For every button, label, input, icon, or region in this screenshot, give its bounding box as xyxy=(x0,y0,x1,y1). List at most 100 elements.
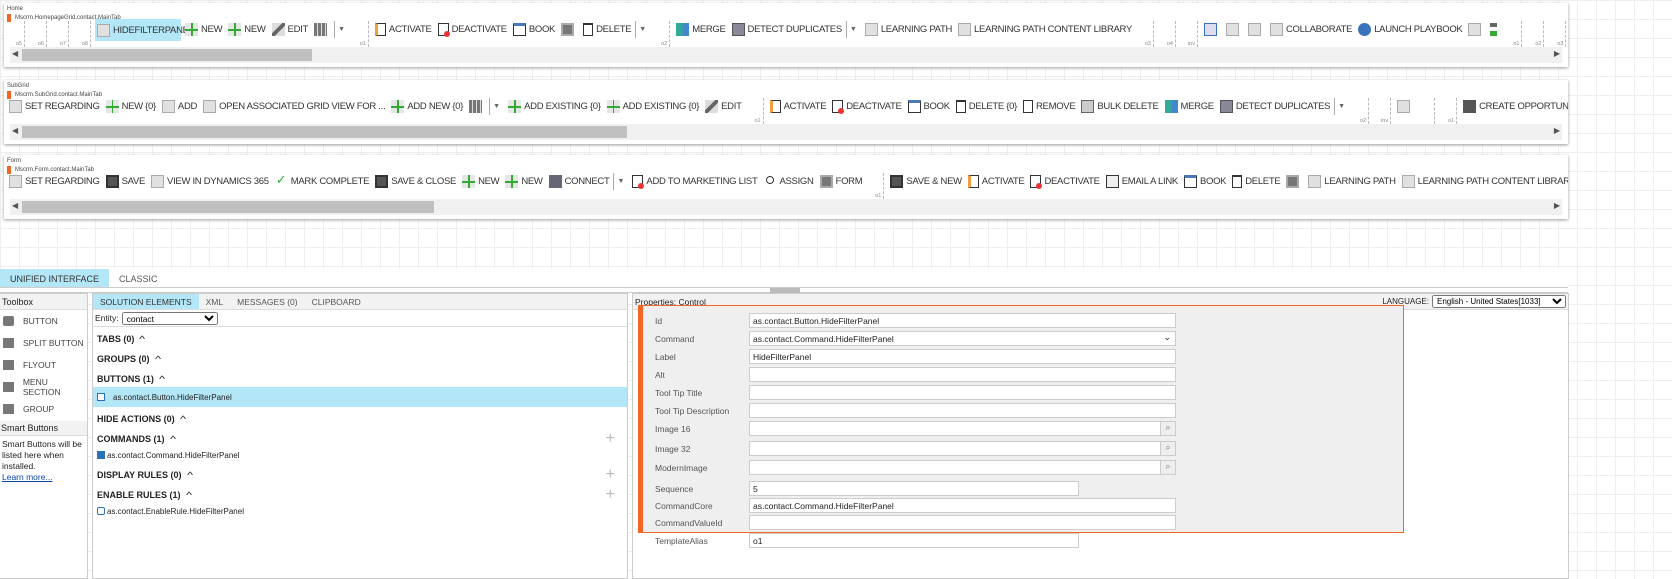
command-value-id-input[interactable] xyxy=(749,515,1176,530)
tab-xml[interactable]: XML xyxy=(199,294,230,309)
section-enable-rules[interactable]: ENABLE RULES (1) ^ + xyxy=(93,483,627,503)
image16-input[interactable]: ⌕ xyxy=(749,421,1176,436)
ribbon-button-new-0[interactable]: NEW {0} xyxy=(104,98,158,115)
ribbon-button-activate[interactable]: ACTIVATE xyxy=(768,98,829,115)
ribbon-button-learning-path[interactable]: LEARNING PATH xyxy=(1306,173,1397,190)
tab-messages[interactable]: MESSAGES (0) xyxy=(230,294,304,309)
list-item-command[interactable]: as.contact.Command.HideFilterPanel xyxy=(93,447,627,463)
template-alias-input[interactable]: o1 xyxy=(749,533,1079,548)
more-dropdown-icon[interactable]: ▼ xyxy=(613,173,624,190)
ribbon-button-placeholder[interactable] xyxy=(1466,21,1486,38)
ribbon-button-save-new[interactable]: SAVE & NEW xyxy=(888,173,963,190)
ribbon-button-placeholder[interactable] xyxy=(1246,21,1266,38)
ribbon-button-blue-box[interactable] xyxy=(1202,21,1222,38)
ribbon-scrollbar[interactable]: ◀ ▶ xyxy=(10,199,1562,215)
collapse-icon[interactable]: ^ xyxy=(155,354,161,364)
ribbon-button-placeholder[interactable] xyxy=(1395,98,1415,115)
ribbon-button-set-regarding[interactable]: SET REGARDING xyxy=(7,98,102,115)
learn-more-link[interactable]: Learn more... xyxy=(2,472,85,483)
ribbon-button-form[interactable] xyxy=(559,21,579,38)
collapse-icon[interactable]: ^ xyxy=(187,470,193,480)
scroll-left-icon[interactable]: ◀ xyxy=(12,49,18,58)
chevron-down-icon[interactable]: ⌄ xyxy=(1163,332,1171,343)
ribbon-button-book[interactable]: BOOK xyxy=(906,98,952,115)
ribbon-button-delete-0[interactable]: DELETE {0} xyxy=(954,98,1019,115)
ribbon-button-save-close[interactable]: SAVE & CLOSE xyxy=(373,173,458,190)
ribbon-button-hidefilterpanel[interactable]: HIDEFILTERPANEL✓ xyxy=(95,19,195,41)
toolbox-group[interactable]: GROUP xyxy=(0,398,87,420)
ribbon-button-add[interactable]: ADD xyxy=(160,98,199,115)
ribbon-button-bulk-delete[interactable]: BULK DELETE xyxy=(1079,98,1160,115)
ribbon-button-learning-path-content-library[interactable]: LEARNING PATH CONTENT LIBRARY xyxy=(956,21,1134,38)
collapse-icon[interactable]: ^ xyxy=(170,434,176,444)
scroll-thumb[interactable] xyxy=(22,201,434,213)
list-item-enable-rule[interactable]: as.contact.EnableRule.HideFilterPanel xyxy=(93,503,627,519)
scroll-thumb[interactable] xyxy=(22,49,312,61)
ribbon-button-deactivate[interactable]: DEACTIVATE xyxy=(830,98,903,115)
ribbon-button-new[interactable]: NEW xyxy=(503,173,544,190)
ribbon-button-new[interactable]: NEW xyxy=(183,21,224,38)
toolbox-menu-section[interactable]: MENU SECTION xyxy=(0,376,87,398)
toolbox-button[interactable]: BUTTON xyxy=(0,310,87,332)
section-groups[interactable]: GROUPS (0) ^ xyxy=(93,347,627,367)
ribbon-scrollbar[interactable]: ◀ ▶ xyxy=(10,124,1562,140)
ribbon-button-new[interactable]: NEW xyxy=(460,173,501,190)
ribbon-button-save[interactable]: SAVE xyxy=(104,173,147,190)
ribbon-button-detect-duplicates[interactable]: DETECT DUPLICATES xyxy=(1218,98,1332,115)
id-input[interactable]: as.contact.Button.HideFilterPanel xyxy=(749,313,1176,328)
ribbon-button-email-a-link[interactable]: EMAIL A LINK xyxy=(1104,173,1180,190)
ribbon-button-merge[interactable]: MERGE xyxy=(674,21,727,38)
search-icon[interactable]: ⌕ xyxy=(1160,461,1175,474)
label-input[interactable]: HideFilterPanel xyxy=(749,349,1176,364)
ribbon-button-connect[interactable]: CONNECT xyxy=(547,173,612,190)
ribbon-scrollbar[interactable]: ◀ ▶ xyxy=(10,47,1562,63)
ribbon-button-assign[interactable]: ASSIGN xyxy=(761,173,815,190)
ribbon-button-activate[interactable]: ACTIVATE xyxy=(966,173,1027,190)
ribbon-button-edit[interactable]: EDIT xyxy=(703,98,743,115)
sequence-input[interactable]: 5 xyxy=(749,481,1079,496)
ribbon-button-activate[interactable]: ACTIVATE xyxy=(373,21,434,38)
ribbon-button-edit[interactable]: EDIT xyxy=(270,21,310,38)
ribbon-button-learning-path-content-library[interactable]: LEARNING PATH CONTENT LIBRARY xyxy=(1400,173,1568,190)
scroll-right-icon[interactable]: ▶ xyxy=(1554,126,1560,135)
ribbon-button-form[interactable] xyxy=(1284,173,1304,190)
list-item-button[interactable]: as.contact.Button.HideFilterPanel xyxy=(93,387,627,407)
scroll-right-icon[interactable]: ▶ xyxy=(1554,49,1560,58)
modern-image-input[interactable]: ⌕ xyxy=(749,460,1176,475)
section-hide-actions[interactable]: HIDE ACTIONS (0) ^ xyxy=(93,407,627,427)
ribbon-button-placeholder[interactable] xyxy=(1224,21,1244,38)
scroll-left-icon[interactable]: ◀ xyxy=(12,201,18,210)
collapse-icon[interactable]: ^ xyxy=(159,374,165,384)
ribbon-button-add-existing-0[interactable]: ADD EXISTING {0} xyxy=(506,98,603,115)
section-tabs[interactable]: TABS (0) ^ xyxy=(93,327,627,347)
ribbon-button-collaborate[interactable]: COLLABORATE xyxy=(1268,21,1354,38)
collapse-icon[interactable]: ^ xyxy=(139,334,145,344)
alt-input[interactable] xyxy=(749,367,1176,382)
ribbon-button-add-new-0[interactable]: ADD NEW {0} xyxy=(389,98,465,115)
section-buttons[interactable]: BUTTONS (1) ^ xyxy=(93,367,627,387)
add-display-rule-icon[interactable]: + xyxy=(606,466,615,484)
tab-clipboard[interactable]: CLIPBOARD xyxy=(305,294,368,309)
ribbon-button-deactivate[interactable]: DEACTIVATE xyxy=(1028,173,1101,190)
more-dropdown-icon[interactable]: ▼ xyxy=(1334,98,1345,115)
ribbon-button-delete[interactable]: DELETE xyxy=(1230,173,1282,190)
tab-unified-interface[interactable]: UNIFIED INTERFACE xyxy=(0,269,110,287)
ribbon-button-merge[interactable]: MERGE xyxy=(1163,98,1216,115)
toolbox-split-button[interactable]: SPLIT BUTTON xyxy=(0,332,87,354)
command-select[interactable]: as.contact.Command.HideFilterPanel ⌄ xyxy=(749,331,1176,346)
ribbon-button-launch-playbook[interactable]: LAUNCH PLAYBOOK xyxy=(1356,21,1464,38)
add-command-icon[interactable]: + xyxy=(606,430,615,448)
collapse-icon[interactable]: ^ xyxy=(186,490,192,500)
more-dropdown-icon[interactable]: ▼ xyxy=(845,21,857,38)
ribbon-button-book[interactable]: BOOK xyxy=(1182,173,1228,190)
language-select[interactable]: English - United States[1033] xyxy=(1432,295,1566,308)
image32-input[interactable]: ⌕ xyxy=(749,441,1176,456)
ribbon-button-new[interactable]: NEW xyxy=(226,21,267,38)
tooltip-title-input[interactable] xyxy=(749,385,1176,400)
ribbon-button-book[interactable]: BOOK xyxy=(511,21,557,38)
ribbon-button-grid[interactable] xyxy=(312,21,332,38)
more-dropdown-icon[interactable]: ▼ xyxy=(333,21,345,38)
tooltip-desc-input[interactable] xyxy=(749,403,1176,418)
tab-classic[interactable]: CLASSIC xyxy=(109,269,168,287)
add-enable-rule-icon[interactable]: + xyxy=(606,486,615,504)
